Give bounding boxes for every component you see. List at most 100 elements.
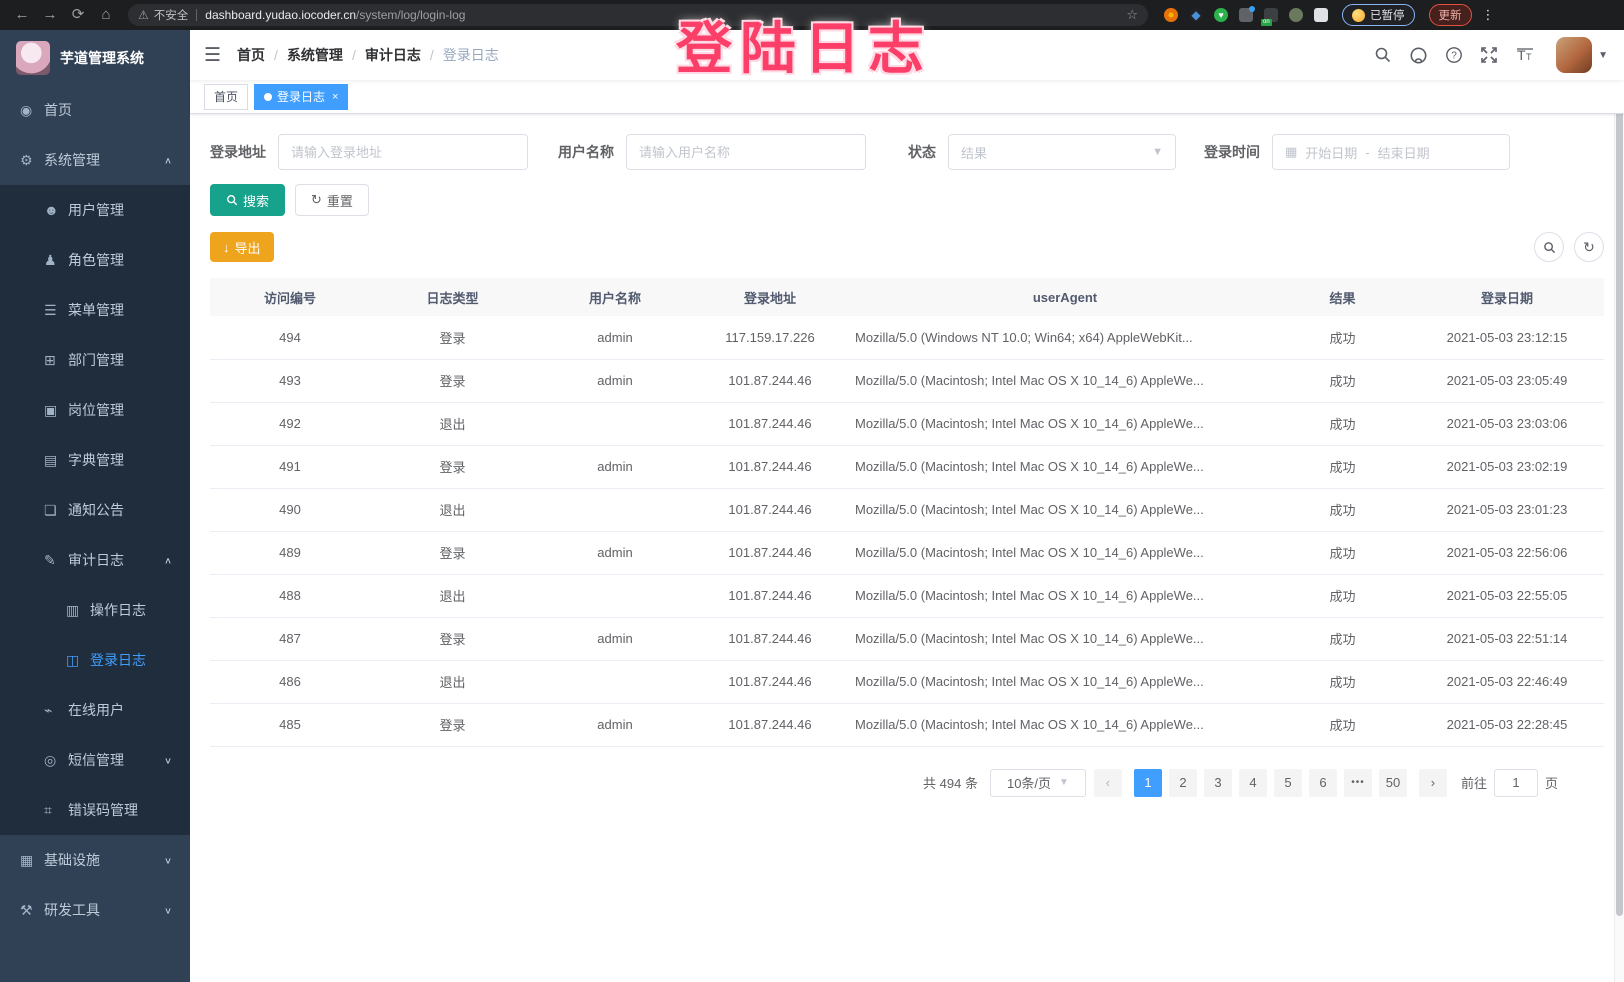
address-input-wrap bbox=[278, 134, 528, 170]
sidebar: 芋道管理系统 ◉首页⚙系统管理∧☻用户管理♟角色管理☰菜单管理⊞部门管理▣岗位管… bbox=[0, 30, 190, 982]
navbar-tools: ? TT ▼ bbox=[1374, 37, 1608, 73]
sidebar-item-infra[interactable]: ▦基础设施∨ bbox=[0, 835, 190, 885]
sidebar-item-operate-log[interactable]: ▥操作日志 bbox=[0, 585, 190, 635]
page-button-50[interactable]: 50 bbox=[1379, 769, 1407, 797]
profile-paused-pill[interactable]: 已暂停 bbox=[1342, 4, 1415, 26]
not-secure-badge[interactable]: ⚠ 不安全 bbox=[138, 7, 188, 23]
export-button[interactable]: ↓ 导出 bbox=[210, 232, 274, 262]
page-button-4[interactable]: 4 bbox=[1239, 769, 1267, 797]
forward-icon[interactable]: → bbox=[38, 0, 62, 30]
cell-type: 登录 bbox=[370, 316, 535, 359]
login-log-icon: ◫ bbox=[66, 652, 90, 669]
reload-icon[interactable]: ⟳ bbox=[66, 0, 90, 30]
page-scrollbar[interactable] bbox=[1614, 30, 1624, 982]
hamburger-icon[interactable]: ☰ bbox=[204, 44, 221, 67]
address-input[interactable] bbox=[291, 145, 515, 160]
extension-icon-puzzle[interactable] bbox=[1314, 8, 1328, 22]
user-menu[interactable]: ▼ bbox=[1556, 37, 1608, 73]
cell-id: 489 bbox=[210, 531, 370, 574]
breadcrumb-home[interactable]: 首页 bbox=[237, 45, 265, 65]
font-size-icon[interactable]: TT bbox=[1515, 46, 1535, 64]
sidebar-item-home[interactable]: ◉首页 bbox=[0, 85, 190, 135]
cell-result: 成功 bbox=[1275, 402, 1410, 445]
extension-icon-green[interactable]: ♥ bbox=[1214, 8, 1228, 22]
fullscreen-icon[interactable] bbox=[1480, 46, 1498, 64]
sidebar-item-audit[interactable]: ✎审计日志∧ bbox=[0, 535, 190, 585]
sidebar-item-devtools[interactable]: ⚒研发工具∨ bbox=[0, 885, 190, 935]
status-label: 状态 bbox=[908, 142, 936, 162]
profile-avatar-icon bbox=[1352, 9, 1365, 22]
back-icon[interactable]: ← bbox=[10, 0, 34, 30]
cell-useragent: Mozilla/5.0 (Macintosh; Intel Mac OS X 1… bbox=[845, 660, 1275, 703]
extension-icon-grid[interactable] bbox=[1239, 8, 1253, 22]
sidebar-item-sms[interactable]: ◎短信管理∨ bbox=[0, 735, 190, 785]
chevron-down-icon: ▼ bbox=[1152, 146, 1163, 158]
tag-login-log[interactable]: 登录日志 × bbox=[254, 84, 348, 110]
address-bar[interactable]: ⚠ 不安全 dashboard.yudao.iocoder.cn/system/… bbox=[128, 4, 1148, 26]
breadcrumb-system[interactable]: 系统管理 bbox=[287, 45, 343, 65]
sidebar-item-system[interactable]: ⚙系统管理∧ bbox=[0, 135, 190, 185]
extension-icon-orange[interactable] bbox=[1164, 8, 1178, 22]
status-select[interactable]: 结果 ▼ bbox=[948, 134, 1176, 170]
cell-result: 成功 bbox=[1275, 359, 1410, 402]
page-ellipsis[interactable]: ••• bbox=[1344, 769, 1372, 797]
sidebar-item-dict[interactable]: ▤字典管理 bbox=[0, 435, 190, 485]
extension-icon-leaf[interactable] bbox=[1289, 8, 1303, 22]
sidebar-item-post[interactable]: ▣岗位管理 bbox=[0, 385, 190, 435]
cell-ip: 101.87.244.46 bbox=[695, 531, 845, 574]
cell-result: 成功 bbox=[1275, 703, 1410, 746]
close-icon[interactable]: × bbox=[332, 91, 338, 103]
username-input[interactable] bbox=[639, 145, 853, 160]
sidebar-item-label: 登录日志 bbox=[90, 650, 146, 670]
sidebar-item-notice[interactable]: ❏通知公告 bbox=[0, 485, 190, 535]
page-button-2[interactable]: 2 bbox=[1169, 769, 1197, 797]
avatar bbox=[1556, 37, 1592, 73]
sidebar-logo[interactable]: 芋道管理系统 bbox=[0, 30, 190, 85]
sidebar-item-label: 部门管理 bbox=[68, 350, 124, 370]
page-size-label: 10条/页 bbox=[1007, 773, 1051, 792]
sidebar-item-role[interactable]: ♟角色管理 bbox=[0, 235, 190, 285]
sidebar-item-login-log[interactable]: ◫登录日志 bbox=[0, 635, 190, 685]
prev-page-button[interactable]: ‹ bbox=[1094, 769, 1122, 797]
search-button[interactable]: 搜索 bbox=[210, 184, 285, 216]
reset-button[interactable]: ↻ 重置 bbox=[295, 184, 369, 216]
notice-icon: ❏ bbox=[44, 502, 68, 519]
goto-suffix: 页 bbox=[1545, 773, 1558, 792]
page-button-6[interactable]: 6 bbox=[1309, 769, 1337, 797]
sidebar-item-online[interactable]: ⌁在线用户 bbox=[0, 685, 190, 735]
next-page-button[interactable]: › bbox=[1419, 769, 1447, 797]
refresh-table-button[interactable]: ↻ bbox=[1574, 232, 1604, 262]
date-range-picker[interactable]: ▦ 开始日期 - 结束日期 bbox=[1272, 134, 1510, 170]
extension-icon-tabs[interactable]: on bbox=[1264, 8, 1278, 22]
page-size-select[interactable]: 10条/页 ▼ bbox=[990, 769, 1086, 797]
page-button-5[interactable]: 5 bbox=[1274, 769, 1302, 797]
github-icon[interactable] bbox=[1409, 46, 1428, 65]
bookmark-star-icon[interactable]: ☆ bbox=[1126, 7, 1138, 23]
tag-home[interactable]: 首页 bbox=[204, 84, 248, 110]
toggle-search-button[interactable] bbox=[1534, 232, 1564, 262]
sidebar-item-label: 字典管理 bbox=[68, 450, 124, 470]
scrollbar-thumb[interactable] bbox=[1616, 86, 1623, 916]
cell-type: 退出 bbox=[370, 402, 535, 445]
cell-username: admin bbox=[535, 316, 695, 359]
browser-menu-icon[interactable]: ⋮ bbox=[1482, 7, 1495, 23]
goto-page-input[interactable]: 1 bbox=[1494, 769, 1538, 797]
extension-icon-gem[interactable]: ◆ bbox=[1189, 8, 1203, 22]
page-button-1[interactable]: 1 bbox=[1134, 769, 1162, 797]
sidebar-item-user[interactable]: ☻用户管理 bbox=[0, 185, 190, 235]
sidebar-item-menu[interactable]: ☰菜单管理 bbox=[0, 285, 190, 335]
search-button-label: 搜索 bbox=[243, 191, 269, 210]
help-icon[interactable]: ? bbox=[1445, 46, 1463, 64]
home-icon[interactable]: ⌂ bbox=[94, 0, 118, 30]
sidebar-item-errcode[interactable]: ⌗错误码管理 bbox=[0, 785, 190, 835]
sidebar-item-label: 短信管理 bbox=[68, 750, 124, 770]
sidebar-item-label: 岗位管理 bbox=[68, 400, 124, 420]
sidebar-item-dept[interactable]: ⊞部门管理 bbox=[0, 335, 190, 385]
search-icon[interactable] bbox=[1374, 46, 1392, 64]
cell-type: 退出 bbox=[370, 574, 535, 617]
browser-update-button[interactable]: 更新 bbox=[1429, 4, 1472, 26]
page-button-3[interactable]: 3 bbox=[1204, 769, 1232, 797]
extension-tray: ◆ ♥ on bbox=[1164, 8, 1328, 22]
table-row: 489登录admin101.87.244.46Mozilla/5.0 (Maci… bbox=[210, 531, 1604, 574]
breadcrumb-audit[interactable]: 审计日志 bbox=[365, 45, 421, 65]
